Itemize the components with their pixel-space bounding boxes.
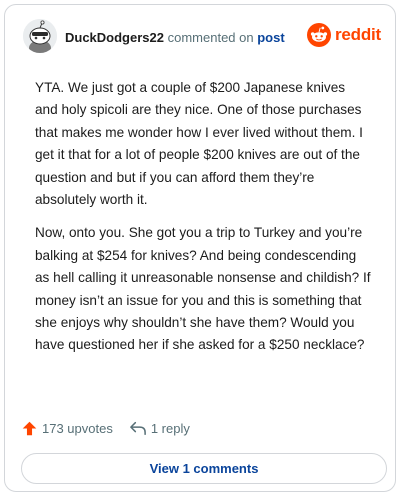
comment-body: YTA. We just got a couple of $200 Japane… (35, 77, 371, 357)
upvote-button[interactable]: 173 upvotes (21, 420, 113, 437)
user-avatar[interactable] (23, 19, 57, 53)
comment-header: DuckDodgers22 commented on post reddit (21, 19, 383, 59)
comment-actions: 173 upvotes 1 reply (21, 416, 190, 440)
reddit-wordmark: reddit (334, 25, 381, 44)
reddit-logo-icon (306, 23, 331, 47)
comment-paragraph: Now, onto you. She got you a trip to Tur… (35, 225, 371, 353)
reply-count: 1 reply (150, 420, 190, 436)
comment-meta: DuckDodgers22 commented on post (65, 30, 285, 45)
upvote-count: 173 upvotes (42, 420, 113, 436)
reply-button[interactable]: 1 reply (129, 420, 190, 436)
username-link[interactable]: DuckDodgers22 (65, 30, 164, 45)
snoo-avatar-icon (23, 19, 57, 53)
comment-card: DuckDodgers22 commented on post reddit Y… (4, 4, 396, 492)
upvote-arrow-icon (22, 421, 37, 435)
commented-label: commented on (167, 30, 254, 45)
reddit-logo[interactable]: reddit (306, 22, 381, 48)
view-comments-button[interactable]: View 1 comments (21, 453, 387, 484)
reply-icon (129, 421, 146, 435)
post-link[interactable]: post (257, 30, 284, 45)
comment-paragraph: YTA. We just got a couple of $200 Japane… (35, 80, 363, 208)
